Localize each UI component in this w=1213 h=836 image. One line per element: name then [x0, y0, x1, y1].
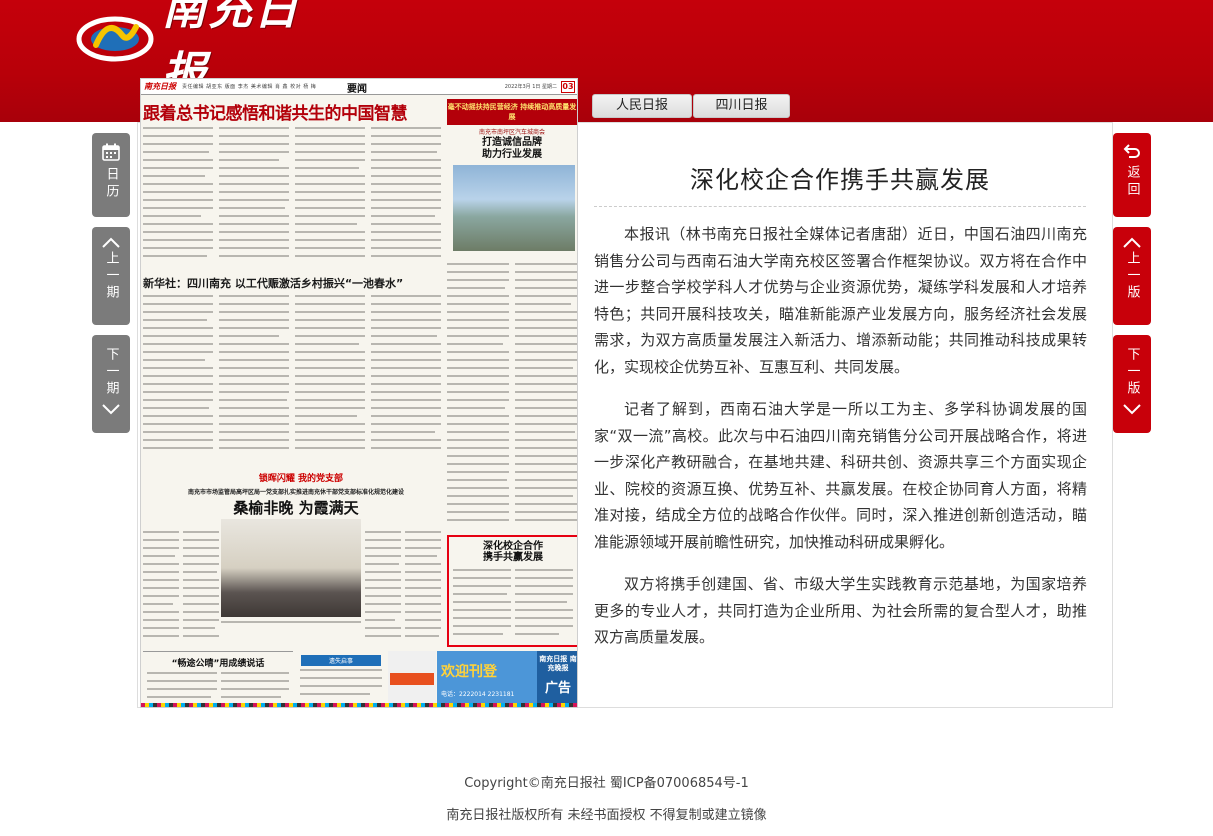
prev-edition-label: 上一版 — [1124, 251, 1140, 302]
paper-nav-text: 责任编辑 胡亚东 版面 李杰 美术编辑 肖 鑫 校对 杨 梅 — [182, 84, 317, 90]
prev-edition-button[interactable]: 上一版 — [1113, 227, 1151, 325]
chevron-up-icon — [1123, 237, 1141, 248]
paper-ad-headline-2: 助力行业发展 — [482, 149, 542, 160]
chevron-down-icon — [1123, 404, 1141, 415]
prev-issue-button[interactable]: 上一期 — [92, 227, 130, 325]
paper-photo-city — [453, 165, 575, 251]
paper-notice-box[interactable]: 遗失启事 — [296, 655, 386, 705]
paper-text-columns[interactable] — [143, 123, 443, 273]
paper-ad-headline[interactable]: 打造诚信品牌 助力行业发展 — [447, 137, 577, 161]
paper-headline[interactable]: 跟着总书记感悟和谐共生的中国智慧 — [143, 99, 437, 124]
paper-ad-phone: 电话：2222014 2231181 — [441, 691, 515, 698]
paper-ad-papers: 南充日报 南充晚报 — [539, 655, 577, 672]
paper-photo-group — [221, 519, 361, 617]
paper-bottom-left-title: “畅途公晴”用成绩说话 — [171, 659, 265, 669]
paper-date: 2022年3月 1日 星期二 — [504, 84, 557, 90]
calendar-label: 日历 — [103, 167, 119, 201]
site-logo[interactable]: 南充日报 — [76, 0, 336, 99]
prev-issue-label: 上一期 — [103, 251, 119, 302]
paper-sub-headline[interactable]: 新华社：四川南充 以工代赈激活乡村振兴“一池春水” — [143, 275, 443, 291]
next-issue-label: 下一期 — [103, 347, 119, 398]
logo-emblem-icon — [76, 9, 154, 65]
article-paragraph: 本报讯（林书南充日报社全媒体记者唐甜）近日，中国石油四川南充销售分公司与西南石油… — [594, 225, 1087, 376]
article-divider — [594, 206, 1086, 207]
footer-copyright: Copyright©南充日报社 蜀ICP备07006854号-1 — [464, 776, 749, 791]
return-arrow-icon — [1123, 144, 1140, 158]
paper-highlight-title: 深化校企合作 携手共赢发展 — [449, 541, 577, 563]
paper-ad-right: 南充日报 南充晚报 广告 — [537, 651, 577, 707]
paper-text-columns-3[interactable] — [447, 259, 577, 529]
next-edition-label: 下一版 — [1124, 347, 1140, 398]
paper-ad-left: 欢迎刊登 电话：2222014 2231181 — [437, 651, 537, 707]
newspaper-page[interactable]: 南充日报 责任编辑 胡亚东 版面 李杰 美术编辑 肖 鑫 校对 杨 梅 要闻 2… — [140, 78, 578, 708]
tab-sichuan-daily[interactable]: 四川日报 — [693, 94, 790, 118]
paper-ad-label: 广告 — [544, 681, 571, 696]
paper-red-banner[interactable]: 毫不动摇扶持民营经济 持续推动高质量发展 — [447, 99, 577, 125]
paper-ad-headline-1: 打造诚信品牌 — [482, 137, 542, 148]
paper-ad-welcome: 欢迎刊登 — [441, 664, 497, 680]
next-edition-button[interactable]: 下一版 — [1113, 335, 1151, 433]
paper-ad-banner[interactable]: 欢迎刊登 电话：2222014 2231181 南充日报 南充晚报 广告 — [437, 651, 577, 707]
paper-section-name: 要闻 — [347, 84, 367, 95]
paper-small-ad[interactable] — [388, 651, 436, 707]
paper-banner-2[interactable]: 锁晖闪耀 我的党支部 — [201, 471, 401, 484]
article-title: 深化校企合作携手共赢发展 — [690, 166, 990, 194]
chevron-up-icon — [102, 237, 120, 248]
next-issue-button[interactable]: 下一期 — [92, 335, 130, 433]
paper-text-columns-4[interactable] — [143, 527, 219, 647]
paper-text-columns-2[interactable] — [143, 291, 443, 461]
article-body: 本报讯（林书南充日报社全媒体记者唐甜）近日，中国石油四川南充销售分公司与西南石油… — [594, 221, 1087, 667]
paper-ad-org: 南充市南坪区汽车城商会 — [478, 129, 545, 136]
paper-small-ad-band — [390, 673, 434, 685]
chevron-down-icon — [102, 404, 120, 415]
footer-rights: 南充日报社版权所有 未经书面授权 不得复制或建立镜像 — [446, 808, 767, 823]
paper-highlight-title-1: 深化校企合作 — [483, 541, 543, 552]
paper-text-columns-5[interactable] — [365, 527, 443, 647]
calendar-button[interactable]: 日历 — [92, 133, 130, 217]
paper-color-bar — [141, 703, 577, 707]
back-button[interactable]: 返回 — [1113, 133, 1151, 217]
paper-sub-headline-3[interactable]: 南充市市场监管局高坪区局一党支部扎实推进南充休干部党支部标准化规范化建设 — [151, 487, 441, 496]
paper-notice-title: 遗失启事 — [301, 655, 381, 666]
tab-people-daily[interactable]: 人民日报 — [592, 94, 692, 118]
paper-highlighted-article[interactable]: 深化校企合作 携手共赢发展 — [447, 535, 577, 647]
back-label: 返回 — [1124, 165, 1140, 199]
paper-page-number: 03 — [561, 81, 575, 93]
calendar-icon — [102, 143, 120, 161]
paper-bottom-left-article[interactable]: “畅途公晴”用成绩说话 — [143, 651, 293, 707]
paper-masthead: 南充日报 — [144, 81, 176, 91]
article-paragraph: 双方将携手创建国、省、市级大学生实践教育示范基地，为国家培养更多的专业人才，共同… — [594, 575, 1087, 646]
article-paragraph: 记者了解到，西南石油大学是一所以工为主、多学科协调发展的国家“双一流”高校。此次… — [594, 400, 1087, 551]
paper-headline-3[interactable]: 桑榆非晚 为霞满天 — [181, 497, 411, 518]
paper-highlight-title-2: 携手共赢发展 — [483, 552, 543, 563]
